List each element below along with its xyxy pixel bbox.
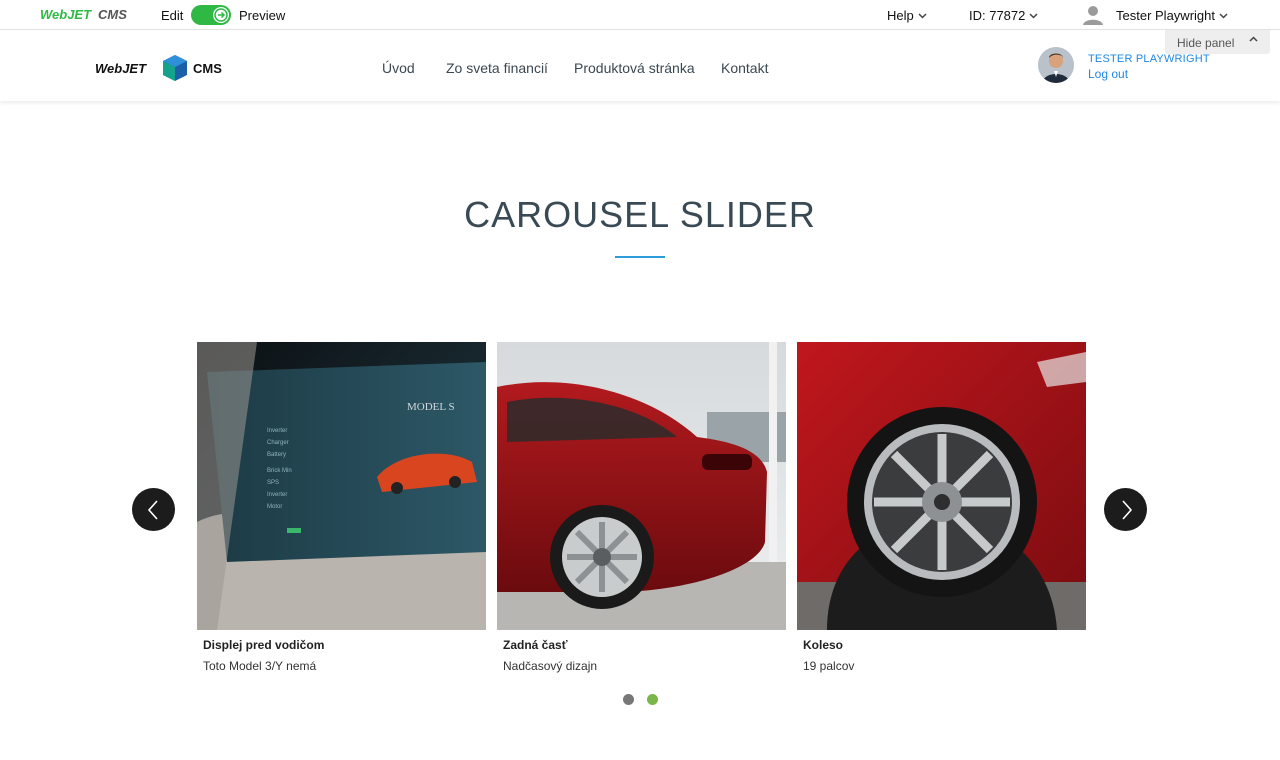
slide-caption: Toto Model 3/Y nemá [203,659,317,673]
avatar [1038,47,1074,83]
chevron-left-icon [147,500,158,520]
slide-caption: Nadčasový dizajn [503,659,598,673]
toggle-knob [213,7,229,23]
carousel-dot-active[interactable] [647,694,658,705]
carousel-prev-button[interactable] [132,488,175,531]
edit-preview-toggle[interactable] [191,5,231,25]
chevron-down-icon [1219,13,1228,19]
slide-image-dashboard: Inverter Charger Battery Brick Min SPS Inver… [197,342,486,630]
svg-text:MODEL S: MODEL S [407,401,455,413]
logout-link[interactable]: Log out [1088,67,1128,81]
chevron-right-icon [1122,500,1133,520]
svg-text:SPS: SPS [267,480,279,486]
svg-text:WebJET: WebJET [95,61,147,76]
arrow-right-icon [214,8,228,22]
user-icon[interactable] [1082,4,1104,26]
slide-image-rear [497,342,786,630]
title-underline [615,256,665,258]
hide-panel-button[interactable]: Hide panel [1165,30,1270,54]
site-header: WebJET CMS Úvod Zo sveta financií Produk… [0,30,1280,101]
admin-toolbar: WebJET CMS Edit Preview Help ID: 77872 T… [0,0,1280,30]
svg-text:WebJET: WebJET [40,7,92,22]
svg-text:CMS: CMS [98,7,127,22]
svg-text:Brick Min: Brick Min [267,468,292,474]
carousel-slide[interactable]: Koleso 19 palcov [797,342,1086,673]
user-menu[interactable]: Tester Playwright [1116,8,1228,23]
header-user-name[interactable]: TESTER PLAYWRIGHT [1088,53,1210,65]
svg-text:Motor: Motor [267,504,282,510]
carousel-next-button[interactable] [1104,488,1147,531]
slide-title: Displej pred vodičom [203,638,325,652]
carousel-slide[interactable]: Zadná časť Nadčasový dizajn [497,342,786,673]
slide-caption: 19 palcov [803,659,855,673]
svg-text:Inverter: Inverter [267,492,287,498]
svg-text:CMS: CMS [193,61,222,76]
section-title: CAROUSEL SLIDER [464,194,816,235]
nav-item-produktova-stranka[interactable]: Produktová stránka [574,60,695,76]
svg-text:Inverter: Inverter [267,428,287,434]
chevron-down-icon [1029,13,1038,19]
carousel-slide[interactable]: Inverter Charger Battery Brick Min SPS Inver… [197,342,486,673]
chevron-up-icon [1249,36,1258,42]
site-logo[interactable]: WebJET CMS [95,54,231,82]
carousel-dot[interactable] [623,694,634,705]
nav-item-uvod[interactable]: Úvod [382,60,415,76]
user-menu-label: Tester Playwright [1116,8,1215,23]
svg-text:Charger: Charger [267,440,289,446]
nav-item-kontakt[interactable]: Kontakt [721,60,768,76]
slide-title: Koleso [803,638,844,652]
preview-label: Preview [239,8,286,23]
chevron-down-icon [918,13,927,19]
help-label: Help [887,8,914,23]
nav-item-zo-sveta-financii[interactable]: Zo sveta financií [446,60,548,76]
edit-label: Edit [161,8,184,23]
slide-title: Zadná časť [503,638,568,652]
page-id-menu[interactable]: ID: 77872 [969,8,1038,23]
slide-image-wheel [797,342,1086,630]
page-id-label: ID: 77872 [969,8,1026,23]
help-menu[interactable]: Help [887,8,927,23]
svg-text:Battery: Battery [267,452,286,458]
webjet-cms-admin-logo[interactable]: WebJET CMS [40,7,134,23]
hide-panel-label: Hide panel [1177,36,1235,50]
